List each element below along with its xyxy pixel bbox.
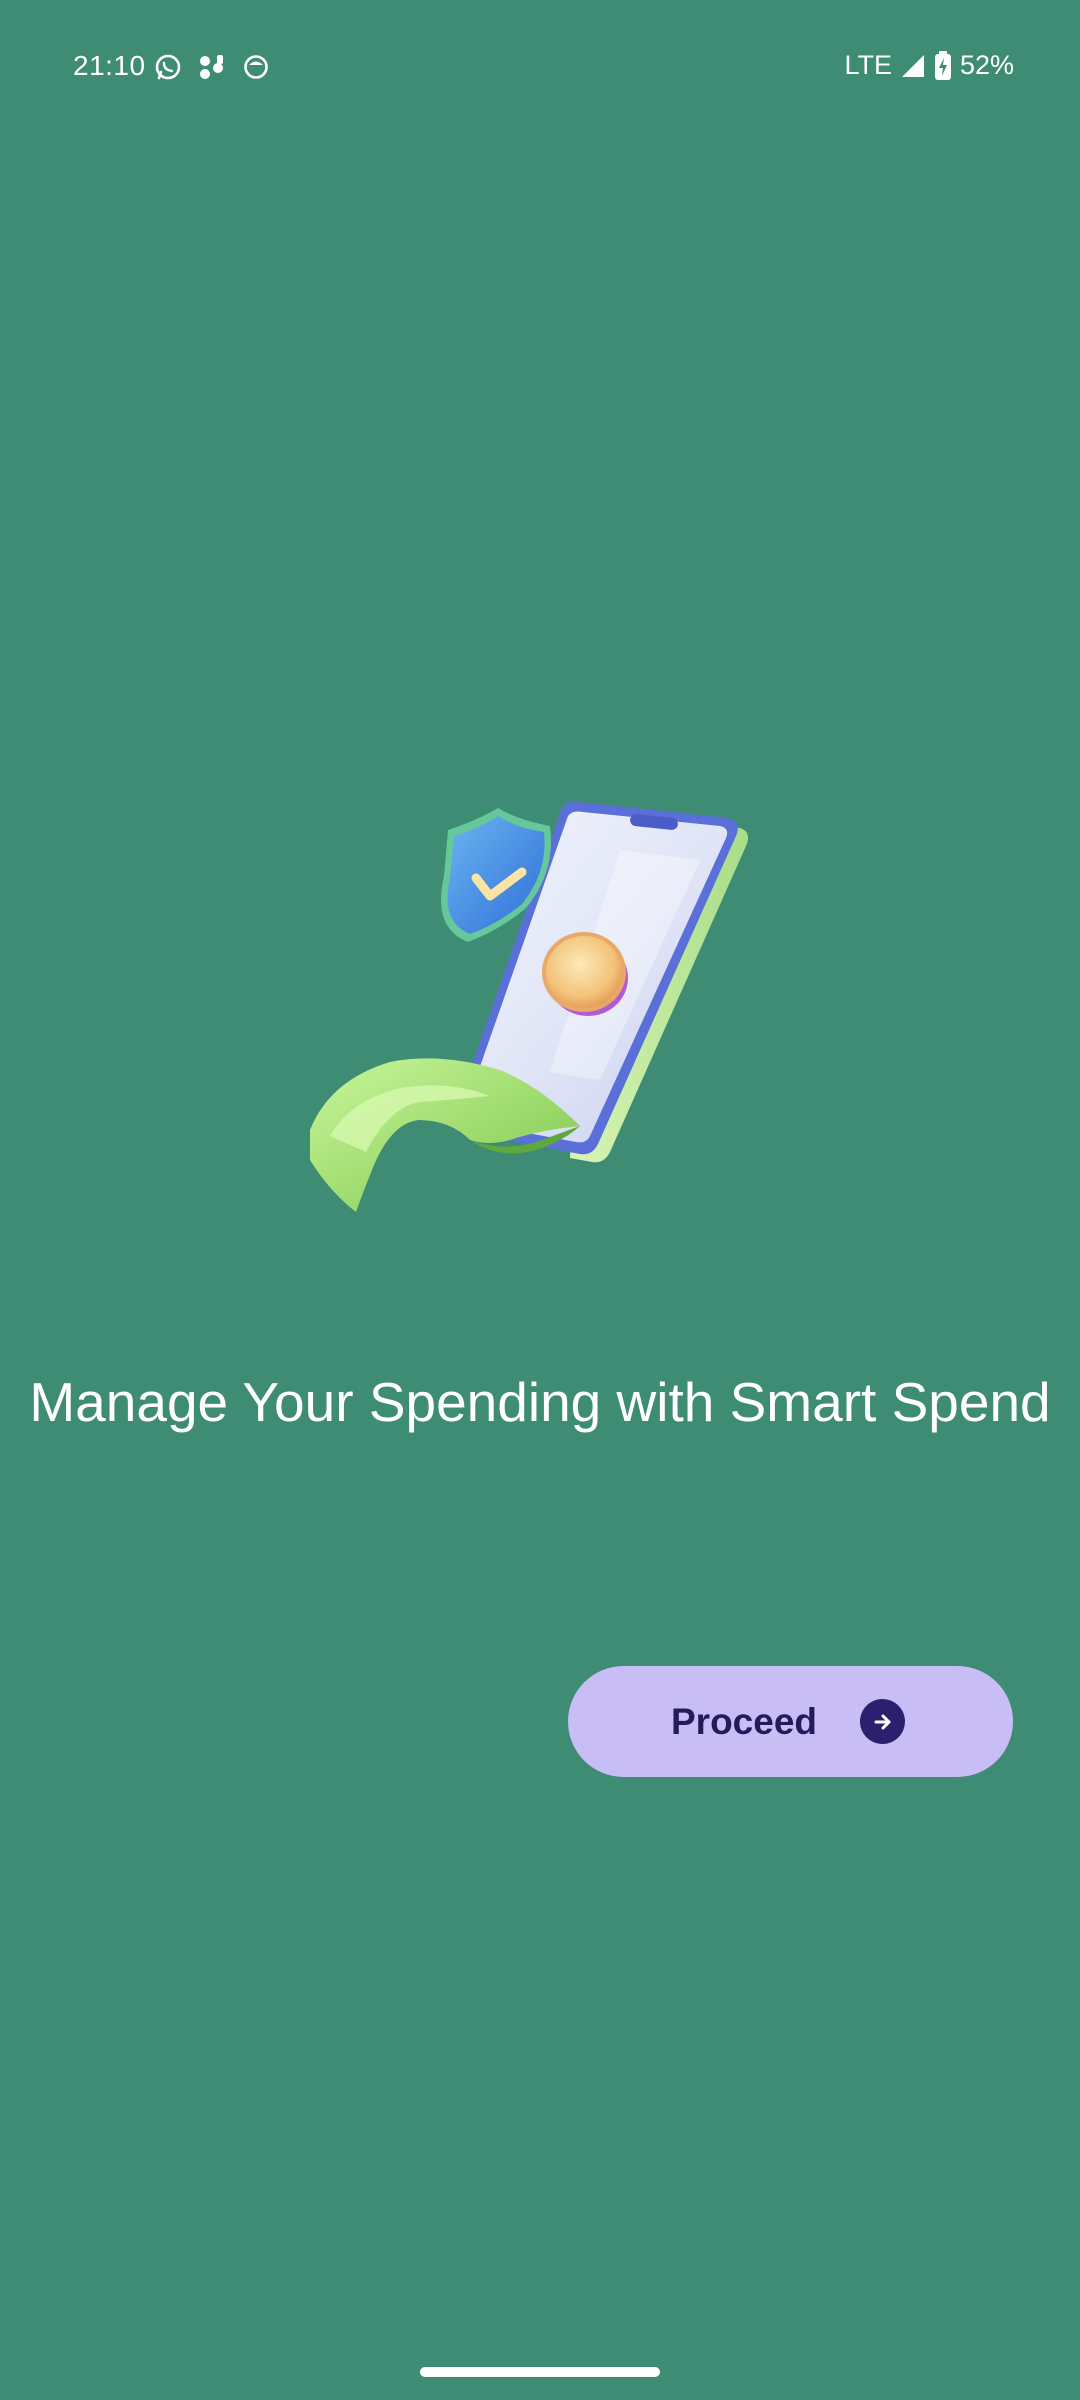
- signal-icon: [900, 53, 926, 79]
- arrow-right-circle-icon: [860, 1699, 905, 1744]
- onboarding-screen: 21:10 LTE 52% Manage Your Spending with …: [0, 0, 1080, 2400]
- home-indicator[interactable]: [420, 2367, 660, 2377]
- whatsapp-icon: [153, 52, 183, 82]
- app-face-icon: [241, 52, 271, 82]
- proceed-button[interactable]: Proceed: [568, 1666, 1013, 1777]
- proceed-button-label: Proceed: [671, 1700, 818, 1742]
- system-status: LTE 52%: [844, 50, 1014, 81]
- headline: Manage Your Spending with Smart Spend: [29, 1371, 1051, 1433]
- status-time: 21:10: [73, 50, 146, 81]
- battery-charging-icon: [934, 50, 952, 81]
- notification-icons: [153, 52, 271, 82]
- battery-percent: 52%: [959, 50, 1014, 80]
- phone-shield-coin-illustration: [300, 780, 780, 1250]
- status-bar: 21:10 LTE 52%: [0, 0, 1080, 136]
- network-type: LTE: [844, 50, 892, 80]
- music-notes-icon: [197, 52, 227, 82]
